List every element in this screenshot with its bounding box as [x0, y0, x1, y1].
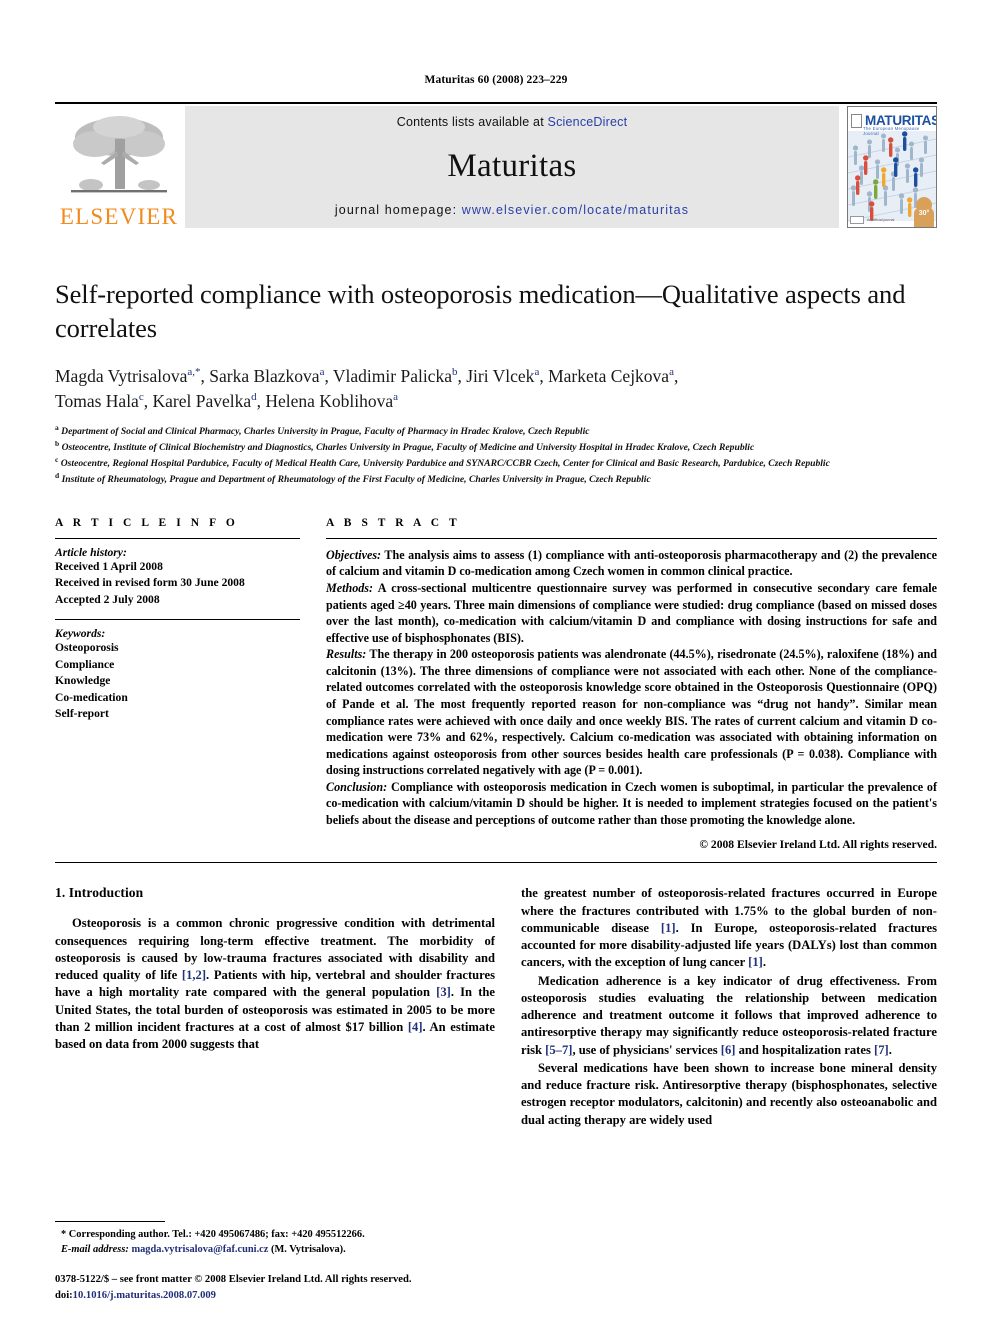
- article-history-label: Article history:: [55, 545, 127, 559]
- intro-paragraph-1: Osteoporosis is a common chronic progres…: [55, 916, 496, 1052]
- imprint-block: 0378-5122/$ – see front matter © 2008 El…: [55, 1272, 525, 1303]
- homepage-prefix: journal homepage:: [334, 203, 462, 217]
- article-page: Maturitas 60 (2008) 223–229 ELSEVIER Con…: [0, 0, 992, 1323]
- citation-ref[interactable]: [1]: [748, 955, 763, 969]
- abstract-conclusion: Conclusion: Compliance with osteoporosis…: [326, 779, 937, 827]
- keywords-label: Keywords:: [55, 627, 106, 641]
- abstract-methods: Methods: A cross-sectional multicentre q…: [326, 581, 937, 645]
- issn-copyright-line: 0378-5122/$ – see front matter © 2008 El…: [55, 1274, 412, 1286]
- cover-subtitle: The European Menopause Journal: [863, 126, 920, 136]
- author-affiliation-marker: a: [534, 365, 540, 378]
- journal-homepage-link[interactable]: www.elsevier.com/locate/maturitas: [462, 203, 689, 217]
- cover-publisher-icon: [851, 114, 862, 128]
- sciencedirect-link[interactable]: ScienceDirect: [548, 115, 628, 129]
- section-heading-introduction: 1. Introduction: [55, 885, 144, 901]
- journal-cover-thumbnail: 30° MATURITAS The European Menopause Jou…: [847, 106, 937, 228]
- footnote-area: * Corresponding author. Tel.: +420 49506…: [55, 1220, 495, 1257]
- doi-link[interactable]: 10.1016/j.maturitas.2008.07.009: [73, 1290, 216, 1301]
- keyword-item: Self-report: [55, 707, 109, 721]
- history-item: Received in revised form 30 June 2008: [55, 576, 245, 590]
- elsevier-tree-icon: [65, 111, 173, 205]
- keyword-item: Co-medication: [55, 690, 128, 704]
- history-item: Received 1 April 2008: [55, 559, 163, 573]
- abstract-body: Objectives: The analysis aims to assess …: [326, 547, 937, 829]
- affiliation-item: b Osteocentre, Institute of Clinical Bio…: [55, 438, 755, 453]
- page-title: Self-reported compliance with osteoporos…: [55, 279, 906, 343]
- keyword-item: Compliance: [55, 657, 115, 671]
- abstract-heading: A B S T R A C T: [326, 516, 461, 529]
- author-affiliation-marker: d: [251, 390, 257, 403]
- citation-ref[interactable]: [1]: [661, 921, 676, 935]
- body-column-right: the greatest number of osteoporosis-rela…: [521, 885, 937, 1129]
- email-note: E-mail address: magda.vytrisalova@faf.cu…: [61, 1243, 346, 1255]
- citation-ref[interactable]: [1,2]: [182, 968, 206, 982]
- journal-title: Maturitas: [447, 147, 577, 184]
- author-affiliation-marker: c: [138, 390, 144, 403]
- contents-available-line: Contents lists available at ScienceDirec…: [397, 115, 628, 129]
- author-affiliation-marker: a: [393, 390, 399, 403]
- divider: [55, 537, 300, 539]
- intro-paragraph-2: Medication adherence is a key indicator …: [521, 973, 937, 1057]
- keyword-item: Osteoporosis: [55, 641, 119, 655]
- article-info-column: A R T I C L E I N F O Article history: R…: [55, 517, 300, 852]
- contents-prefix: Contents lists available at: [396, 115, 548, 129]
- affiliation-item: d Institute of Rheumatology, Prague and …: [55, 470, 651, 485]
- abstract-objectives: Objectives: The analysis aims to assess …: [326, 547, 937, 579]
- keyword-item: Knowledge: [55, 674, 111, 688]
- body-columns: 1. Introduction Osteoporosis is a common…: [55, 885, 937, 1129]
- affiliation-list: a Department of Social and Clinical Phar…: [55, 423, 937, 487]
- footnote-divider: [55, 1220, 165, 1222]
- banner-center: Contents lists available at ScienceDirec…: [185, 106, 839, 228]
- citation-ref[interactable]: [7]: [874, 1043, 889, 1057]
- cover-footer-text: An official journal: [867, 217, 895, 222]
- elsevier-wordmark: ELSEVIER: [59, 204, 179, 229]
- journal-homepage-line: journal homepage: www.elsevier.com/locat…: [335, 203, 689, 217]
- journal-banner: ELSEVIER Contents lists available at Sci…: [55, 102, 937, 230]
- author-affiliation-marker: a,*: [187, 365, 201, 378]
- history-item: Accepted 2 July 2008: [55, 592, 160, 606]
- body-column-left: 1. Introduction Osteoporosis is a common…: [55, 885, 495, 1129]
- author-affiliation-marker: a: [669, 365, 674, 378]
- citation-ref[interactable]: [3]: [436, 985, 451, 999]
- abstract-copyright: © 2008 Elsevier Ireland Ltd. All rights …: [699, 838, 937, 852]
- elsevier-logo: ELSEVIER: [55, 104, 183, 230]
- affiliation-item: c Osteocentre, Regional Hospital Pardubi…: [55, 454, 830, 469]
- intro-paragraph-1-cont: the greatest number of osteoporosis-rela…: [521, 886, 937, 970]
- author-list: Magda Vytrisalovaa,*, Sarka Blazkovaa, V…: [55, 365, 679, 411]
- divider: [55, 862, 937, 864]
- keyword-list: Osteoporosis Compliance Knowledge Co-med…: [55, 640, 300, 722]
- citation-ref[interactable]: [6]: [721, 1043, 736, 1057]
- affiliation-item: a Department of Social and Clinical Phar…: [55, 422, 590, 437]
- citation-ref[interactable]: [5–7]: [545, 1043, 572, 1057]
- running-head: Maturitas 60 (2008) 223–229: [424, 74, 568, 86]
- cover-footer: An official journal: [850, 214, 934, 225]
- cover-footer-icon: [850, 215, 864, 224]
- divider: [55, 619, 300, 621]
- intro-paragraph-3: Several medications have been shown to i…: [521, 1060, 937, 1127]
- abstract-column: A B S T R A C T Objectives: The analysis…: [326, 516, 937, 852]
- abstract-results: Results: The therapy in 200 osteoporosis…: [326, 647, 937, 778]
- email-link[interactable]: magda.vytrisalova@faf.cuni.cz: [131, 1244, 268, 1255]
- author-affiliation-marker: a: [319, 365, 325, 378]
- divider: [326, 537, 937, 539]
- citation-ref[interactable]: [4]: [408, 1020, 423, 1034]
- author-affiliation-marker: b: [451, 365, 458, 378]
- info-abstract-section: A R T I C L E I N F O Article history: R…: [55, 516, 937, 852]
- article-info-heading: A R T I C L E I N F O: [55, 516, 239, 529]
- doi-line: doi:10.1016/j.maturitas.2008.07.009: [55, 1289, 216, 1301]
- corresponding-author-note: * Corresponding author. Tel.: +420 49506…: [61, 1228, 365, 1240]
